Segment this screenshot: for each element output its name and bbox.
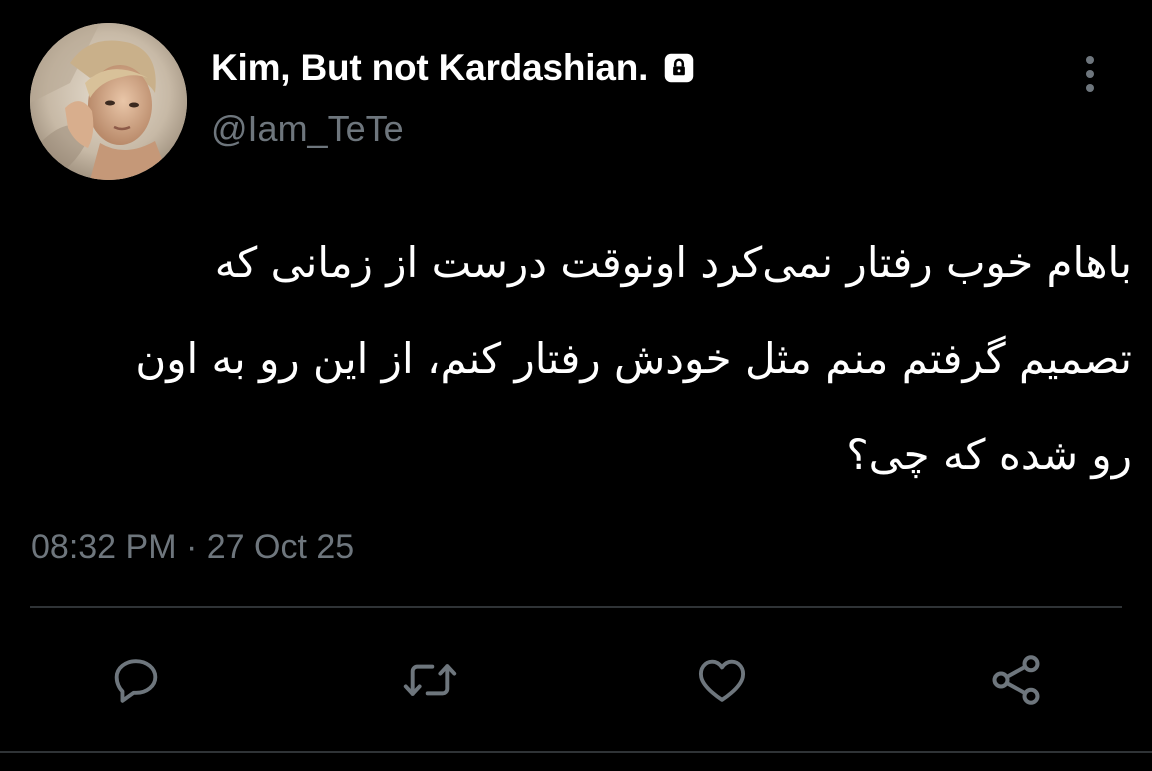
display-name[interactable]: Kim, But not Kardashian. — [211, 47, 648, 89]
retweet-icon — [403, 664, 457, 696]
like-button[interactable] — [692, 650, 752, 710]
user-handle[interactable]: @Iam_TeTe — [211, 108, 404, 150]
avatar-photo — [30, 23, 187, 180]
reply-button[interactable] — [106, 650, 166, 710]
share-icon — [992, 655, 1040, 705]
retweet-button[interactable] — [400, 650, 460, 710]
tweet-text-line: باهام خوب رفتار نمی‌کرد اونوقت درست از ز… — [214, 238, 1132, 287]
meta-separator: · — [185, 528, 198, 566]
tweet-text-line: تصمیم گرفتم منم مثل خودش رفتار کنم، از ا… — [135, 334, 1132, 383]
tweet-text-line: رو شده که چی؟ — [846, 430, 1132, 479]
share-button[interactable] — [986, 650, 1046, 710]
tweet-text: باهام خوب رفتار نمی‌کرد اونوقت درست از ز… — [22, 215, 1132, 503]
tweet-detail: Kim, But not Kardashian. @Iam_TeTe باهام… — [0, 0, 1152, 771]
lock-icon — [660, 49, 698, 87]
reply-icon — [114, 659, 158, 703]
bottom-divider — [0, 751, 1152, 753]
tweet-time: 08:32 PM — [31, 528, 177, 566]
tweet-timestamp[interactable]: 08:32 PM · 27 Oct 25 — [31, 528, 354, 567]
heart-icon — [698, 659, 746, 702]
more-vertical-icon[interactable] — [1070, 52, 1110, 98]
avatar[interactable] — [30, 23, 187, 180]
tweet-date: 27 Oct 25 — [206, 528, 355, 566]
author-name-row[interactable]: Kim, But not Kardashian. — [211, 42, 698, 94]
divider — [30, 606, 1122, 608]
